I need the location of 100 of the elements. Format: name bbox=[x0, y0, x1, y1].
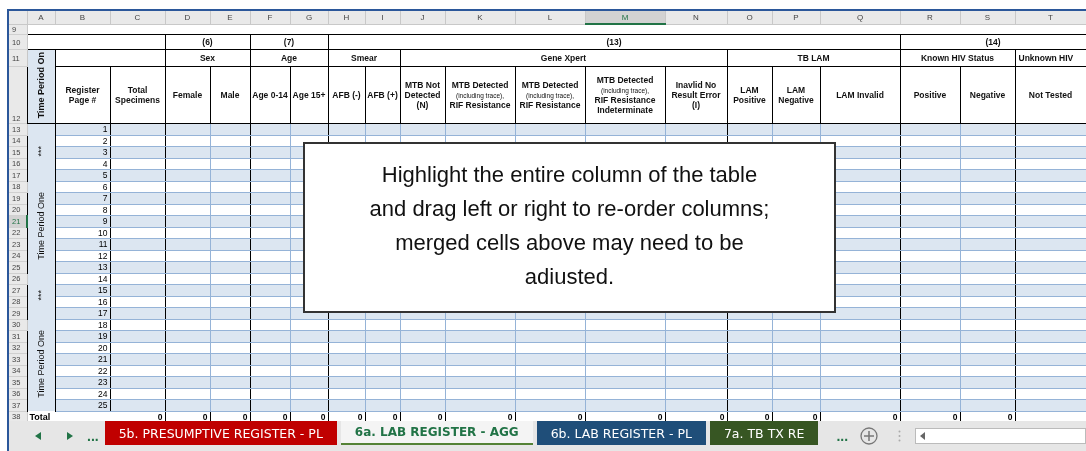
group-header: Smear bbox=[328, 49, 400, 67]
table-cell bbox=[328, 319, 365, 331]
column-header: Register Page # bbox=[55, 66, 110, 124]
group-number: (7) bbox=[250, 34, 328, 50]
column-header: LAM Negative bbox=[772, 66, 820, 124]
table-cell bbox=[210, 388, 250, 400]
column-letter[interactable]: T bbox=[1015, 11, 1086, 24]
column-letter[interactable]: A bbox=[27, 11, 55, 24]
period-label: *** bbox=[36, 289, 46, 301]
column-letter[interactable]: H bbox=[328, 11, 365, 24]
group-header: Sex bbox=[165, 49, 250, 67]
column-header: Total Specimens bbox=[110, 66, 165, 124]
table-cell bbox=[727, 365, 772, 377]
column-letter[interactable]: B bbox=[55, 11, 110, 24]
table-cell bbox=[110, 342, 165, 354]
column-letter[interactable]: J bbox=[400, 11, 445, 24]
table-cell bbox=[400, 319, 445, 331]
table-cell bbox=[250, 181, 290, 193]
table-cell bbox=[900, 319, 960, 331]
table-cell: 20 bbox=[55, 342, 110, 354]
table-cell bbox=[165, 135, 210, 147]
column-letter[interactable]: D bbox=[165, 11, 210, 24]
table-cell bbox=[165, 296, 210, 308]
table-cell bbox=[515, 388, 585, 400]
more-sheets-button[interactable]: ... bbox=[836, 428, 849, 444]
table-cell bbox=[250, 296, 290, 308]
column-letter[interactable]: P bbox=[772, 11, 820, 24]
column-letter[interactable]: K bbox=[445, 11, 515, 24]
column-letter[interactable]: O bbox=[727, 11, 772, 24]
instruction-callout: Highlight the entire column of the table and drag left or right to re-order columns; merged cells above may need to be adiusted. bbox=[303, 142, 836, 313]
sheet-tab[interactable]: 7a. TB TX RE bbox=[709, 421, 819, 445]
table-cell: 6 bbox=[55, 181, 110, 193]
table-cell bbox=[210, 135, 250, 147]
column-letter[interactable]: G bbox=[290, 11, 328, 24]
table-cell bbox=[290, 319, 328, 331]
scroll-left-icon[interactable] bbox=[920, 432, 926, 440]
left-arrow-icon[interactable] bbox=[35, 432, 41, 440]
table-cell bbox=[328, 342, 365, 354]
more-sheets-button[interactable]: ... bbox=[87, 428, 99, 444]
period-label: Time Period One bbox=[36, 330, 46, 398]
table-cell bbox=[250, 273, 290, 285]
table-cell bbox=[400, 365, 445, 377]
table-cell bbox=[210, 204, 250, 216]
table-cell bbox=[250, 158, 290, 170]
table-cell bbox=[400, 342, 445, 354]
table-cell: 8 bbox=[55, 204, 110, 216]
table-cell bbox=[165, 158, 210, 170]
table-cell bbox=[250, 250, 290, 262]
table-cell bbox=[290, 388, 328, 400]
column-letter[interactable]: M bbox=[585, 11, 665, 24]
table-cell bbox=[900, 365, 960, 377]
table-cell bbox=[290, 365, 328, 377]
table-cell bbox=[445, 365, 515, 377]
column-letter[interactable]: I bbox=[365, 11, 400, 24]
sheet-tab[interactable]: 5b. PRESUMPTIVE REGISTER - PL bbox=[104, 421, 337, 445]
column-letter[interactable]: N bbox=[665, 11, 727, 24]
column-letter[interactable]: C bbox=[110, 11, 165, 24]
table-cell bbox=[165, 388, 210, 400]
table-cell bbox=[900, 250, 960, 262]
column-letter[interactable]: E bbox=[210, 11, 250, 24]
table-cell bbox=[210, 296, 250, 308]
table-cell bbox=[515, 342, 585, 354]
sheet-tab[interactable]: 6a. LAB REGISTER - AGG bbox=[340, 421, 533, 445]
table-cell bbox=[900, 296, 960, 308]
table-cell bbox=[900, 135, 960, 147]
table-cell bbox=[900, 181, 960, 193]
group-header: TB LAM bbox=[727, 49, 900, 67]
table-cell bbox=[365, 365, 400, 377]
table-cell bbox=[960, 273, 1015, 285]
column-letter[interactable]: F bbox=[250, 11, 290, 24]
table-cell bbox=[250, 204, 290, 216]
column-letter[interactable]: L bbox=[515, 11, 585, 24]
column-header: Age 0-14 bbox=[250, 66, 290, 124]
table-cell bbox=[210, 342, 250, 354]
right-arrow-icon[interactable] bbox=[67, 432, 73, 440]
table-cell bbox=[900, 227, 960, 239]
period-label: *** bbox=[36, 146, 46, 157]
column-letter[interactable]: Q bbox=[820, 11, 900, 24]
table-cell bbox=[772, 342, 820, 354]
column-letter[interactable]: S bbox=[960, 11, 1015, 24]
splitter-handle-icon[interactable] bbox=[898, 430, 902, 442]
table-cell bbox=[110, 135, 165, 147]
table-cell bbox=[900, 342, 960, 354]
column-letter[interactable]: R bbox=[900, 11, 960, 24]
table-cell: 2 bbox=[55, 135, 110, 147]
table-cell bbox=[665, 342, 727, 354]
column-header: LAM Invalid bbox=[820, 66, 900, 124]
column-header: AFB (-) bbox=[328, 66, 365, 124]
table-cell bbox=[110, 181, 165, 193]
add-sheet-icon[interactable] bbox=[860, 427, 879, 445]
column-header: Male bbox=[210, 66, 250, 124]
sheet-tab[interactable]: 6b. LAB REGISTER - PL bbox=[536, 421, 706, 445]
table-cell bbox=[110, 296, 165, 308]
table-cell bbox=[960, 227, 1015, 239]
table-cell bbox=[960, 319, 1015, 331]
table-cell bbox=[165, 227, 210, 239]
table-cell bbox=[328, 365, 365, 377]
table-cell bbox=[165, 319, 210, 331]
table-cell bbox=[900, 158, 960, 170]
table-cell bbox=[110, 319, 165, 331]
